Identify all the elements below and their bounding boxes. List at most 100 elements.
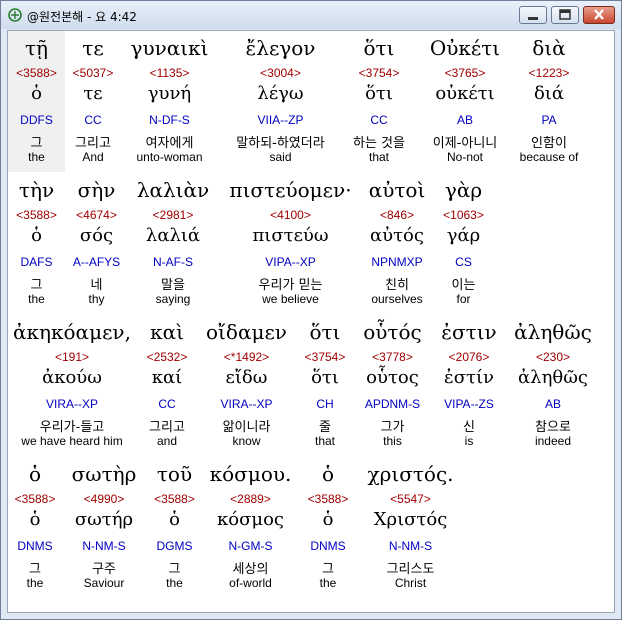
parse-code[interactable]: VIRA--XP [8,397,136,411]
close-button[interactable] [583,6,615,24]
parse-code[interactable]: CS [431,255,496,269]
parse-code[interactable]: N-NM-S [358,539,463,553]
strong-number[interactable]: <5037> [65,66,121,80]
strong-number[interactable]: <3765> [415,66,515,80]
english-gloss: the [28,150,45,164]
lemma: ὅτι [311,367,339,388]
parse-code[interactable]: NPNMXP [363,255,431,269]
greek-word[interactable]: σὴν [65,178,128,202]
parse-code[interactable]: N-AF-S [128,255,218,269]
strong-number[interactable]: <2076> [430,350,508,364]
parse-code[interactable]: CC [65,113,121,127]
greek-word[interactable]: ὁ [298,462,358,486]
parse-code[interactable]: PA [515,113,583,127]
strong-number[interactable]: <3588> [8,208,65,222]
greek-word[interactable]: κόσμου. [203,462,298,486]
parse-code[interactable]: DNMS [8,539,62,553]
greek-word[interactable]: τε [65,36,121,60]
strong-number[interactable]: <191> [8,350,136,364]
lemma: ἀληθῶς [518,367,588,388]
parse-code[interactable]: N-NM-S [62,539,146,553]
english-gloss: Saviour [83,576,125,590]
strong-number[interactable]: <4100> [218,208,363,222]
greek-word[interactable]: τῇ [8,36,65,60]
lemma: ὁ [322,509,334,530]
lemma: γυνή [147,83,192,104]
parse-code[interactable]: N-DF-S [121,113,218,127]
parse-code[interactable]: CC [136,397,198,411]
greek-word[interactable]: Οὐκέτι [415,36,515,60]
greek-word[interactable]: διὰ [515,36,583,60]
strong-number[interactable]: <2889> [203,492,298,506]
greek-word[interactable]: ἔλεγον [218,36,343,60]
korean-gloss: 인함이 [531,136,567,151]
strong-number[interactable]: <5547> [358,492,463,506]
strong-number[interactable]: <3754> [343,66,415,80]
korean-gloss: 신 [463,420,475,435]
strong-number[interactable]: <3778> [355,350,430,364]
parse-code[interactable]: VIIA--ZP [218,113,343,127]
parse-code[interactable]: N-GM-S [203,539,298,553]
greek-word[interactable]: οἴδαμεν [198,320,295,344]
english-gloss: we have heard him [21,434,123,448]
greek-word[interactable]: λαλιὰν [128,178,218,202]
parse-code[interactable]: VIRA--XP [198,397,295,411]
greek-word[interactable]: ὅτι [295,320,355,344]
title-bar[interactable]: @원전본해 - 요 4:42 [1,1,621,29]
english-gloss: unto-woman [136,150,203,164]
strong-number[interactable]: <3588> [8,66,65,80]
parse-code[interactable]: CH [295,397,355,411]
greek-word[interactable]: χριστός. [358,462,463,486]
strong-number[interactable]: <3588> [298,492,358,506]
parse-code[interactable]: DGMS [146,539,203,553]
parse-code[interactable]: VIPA--ZS [430,397,508,411]
interlinear-panel[interactable]: τῇ <3588> ὁ DDFS 그 the τε <5037> τε CC 그… [7,30,615,613]
strong-number[interactable]: <3588> [8,492,62,506]
parse-code[interactable]: AB [415,113,515,127]
greek-word[interactable]: αὐτοὶ [363,178,431,202]
strong-number[interactable]: <2532> [136,350,198,364]
parse-code[interactable]: AB [508,397,598,411]
strong-number[interactable]: <1135> [121,66,218,80]
parse-code[interactable]: DDFS [8,113,65,127]
english-gloss: the [28,292,45,306]
strong-number[interactable]: <1223> [515,66,583,80]
strong-number[interactable]: <3004> [218,66,343,80]
strong-number[interactable]: <846> [363,208,431,222]
greek-word[interactable]: γυναικὶ [121,36,218,60]
parse-code[interactable]: DAFS [8,255,65,269]
greek-word[interactable]: οὗτός [355,320,430,344]
maximize-button[interactable] [551,6,579,24]
parse-code[interactable]: A--AFYS [65,255,128,269]
strong-number[interactable]: <*1492> [198,350,295,364]
greek-word[interactable]: σωτὴρ [62,462,146,486]
greek-word[interactable]: γὰρ [431,178,496,202]
greek-word[interactable]: ὅτι [343,36,415,60]
greek-word[interactable]: ὁ [8,462,62,486]
korean-gloss: 우리가 믿는 [258,278,323,293]
parse-code[interactable]: CC [343,113,415,127]
greek-word[interactable]: ἀκηκόαμεν, [8,320,136,344]
strong-number[interactable]: <4674> [65,208,128,222]
greek-word[interactable]: τὴν [8,178,65,202]
greek-word[interactable]: πιστεύομεν· [218,178,363,202]
greek-word[interactable]: τοῦ [146,462,203,486]
greek-word[interactable]: ἐστιν [430,320,508,344]
strong-number[interactable]: <4990> [62,492,146,506]
greek-word[interactable]: καὶ [136,320,198,344]
korean-gloss: 말하되-하였더라 [236,136,325,151]
english-gloss: this [383,434,402,448]
lemma: οὐκέτι [435,83,495,104]
strong-number[interactable]: <3754> [295,350,355,364]
strong-number[interactable]: <2981> [128,208,218,222]
minimize-button[interactable] [519,6,547,24]
parse-code[interactable]: DNMS [298,539,358,553]
app-icon [8,8,22,22]
strong-number[interactable]: <1063> [431,208,496,222]
strong-number[interactable]: <230> [508,350,598,364]
strong-number[interactable]: <3588> [146,492,203,506]
parse-code[interactable]: VIPA--XP [218,255,363,269]
greek-word[interactable]: ἀληθῶς [508,320,598,344]
parse-code[interactable]: APDNM-S [355,397,430,411]
lemma: Χριστός [373,509,448,530]
